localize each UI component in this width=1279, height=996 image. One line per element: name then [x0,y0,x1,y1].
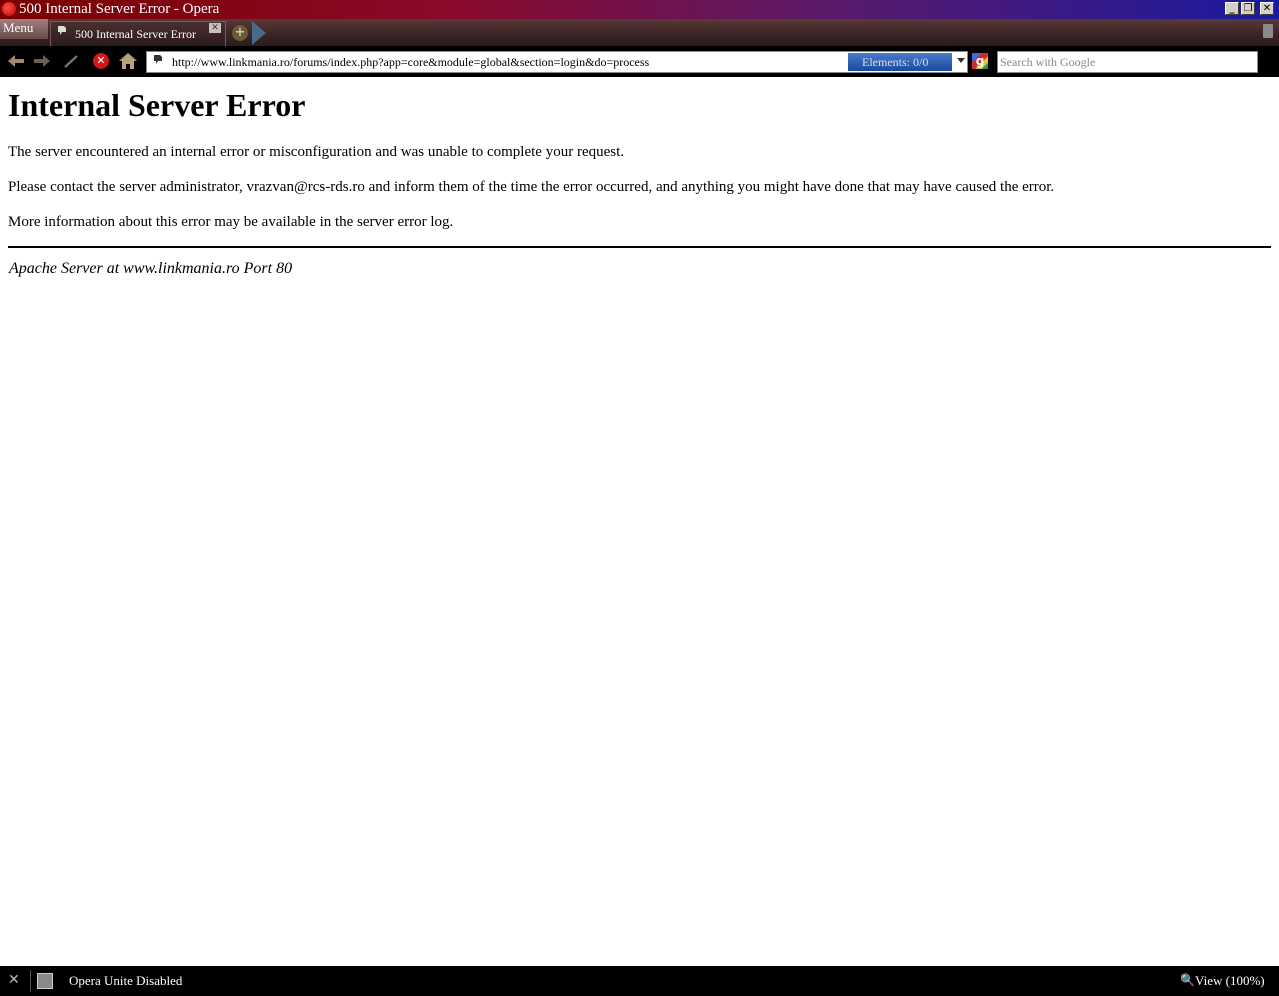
new-tab-button[interactable]: + [232,25,248,41]
opera-unite-icon[interactable] [37,973,53,989]
server-signature: Apache Server at www.linkmania.ro Port 8… [9,260,293,277]
zoom-icon[interactable]: 🔍 [1180,973,1195,987]
home-icon[interactable] [118,52,138,70]
page-heading: Internal Server Error [8,87,306,123]
restore-button[interactable]: ❐ [1241,2,1255,15]
error-paragraph-2: Please contact the server administrator,… [8,179,1055,195]
navigation-toolbar: ✕ http://www.linkmania.ro/forums/index.p… [0,46,1279,77]
elements-badge[interactable]: Elements: 0/0 [848,53,952,71]
tab-bar: Menu 500 Internal Server Error ✕ + [0,19,1279,46]
tab-scroll-arrow-icon[interactable] [252,21,266,45]
url-text[interactable]: http://www.linkmania.ro/forums/index.php… [172,55,649,70]
error-paragraph-3: More information about this error may be… [8,214,454,230]
tab-label: 500 Internal Server Error [75,27,196,41]
search-box[interactable] [997,51,1258,73]
trash-icon[interactable] [1263,24,1273,38]
minimize-button[interactable]: _ [1225,2,1239,15]
stop-icon[interactable]: ✕ [93,53,109,69]
search-input[interactable] [1000,53,1250,71]
google-search-engine-icon[interactable]: g [972,53,988,69]
window-title: 500 Internal Server Error - Opera [19,1,220,17]
tab-500-error[interactable]: 500 Internal Server Error ✕ [50,21,226,46]
unite-status-text: Opera Unite Disabled [69,973,183,988]
status-bar: ✕ Opera Unite Disabled 🔍 View (100%) [0,966,1279,996]
site-icon [154,55,162,64]
wand-icon[interactable] [62,52,82,70]
tools-icon[interactable]: ✕ [8,973,22,987]
tab-close-icon[interactable]: ✕ [209,23,221,33]
back-arrow-icon[interactable] [6,52,26,70]
address-dropdown-icon[interactable] [957,58,965,63]
page-icon [58,26,66,35]
forward-arrow-icon[interactable] [32,52,52,70]
page-content: Internal Server Error The server encount… [8,78,1271,277]
close-window-button[interactable]: ✕ [1260,2,1274,15]
address-bar[interactable]: http://www.linkmania.ro/forums/index.php… [146,51,968,73]
window-titlebar: 500 Internal Server Error - Opera _ ❐ ✕ [0,0,1279,19]
opera-logo-icon [2,2,16,16]
zoom-level[interactable]: View (100%) [1195,973,1265,989]
error-paragraph-1: The server encountered an internal error… [8,144,625,160]
menu-button[interactable]: Menu [0,19,48,39]
status-separator [30,970,31,992]
divider [8,246,1271,248]
